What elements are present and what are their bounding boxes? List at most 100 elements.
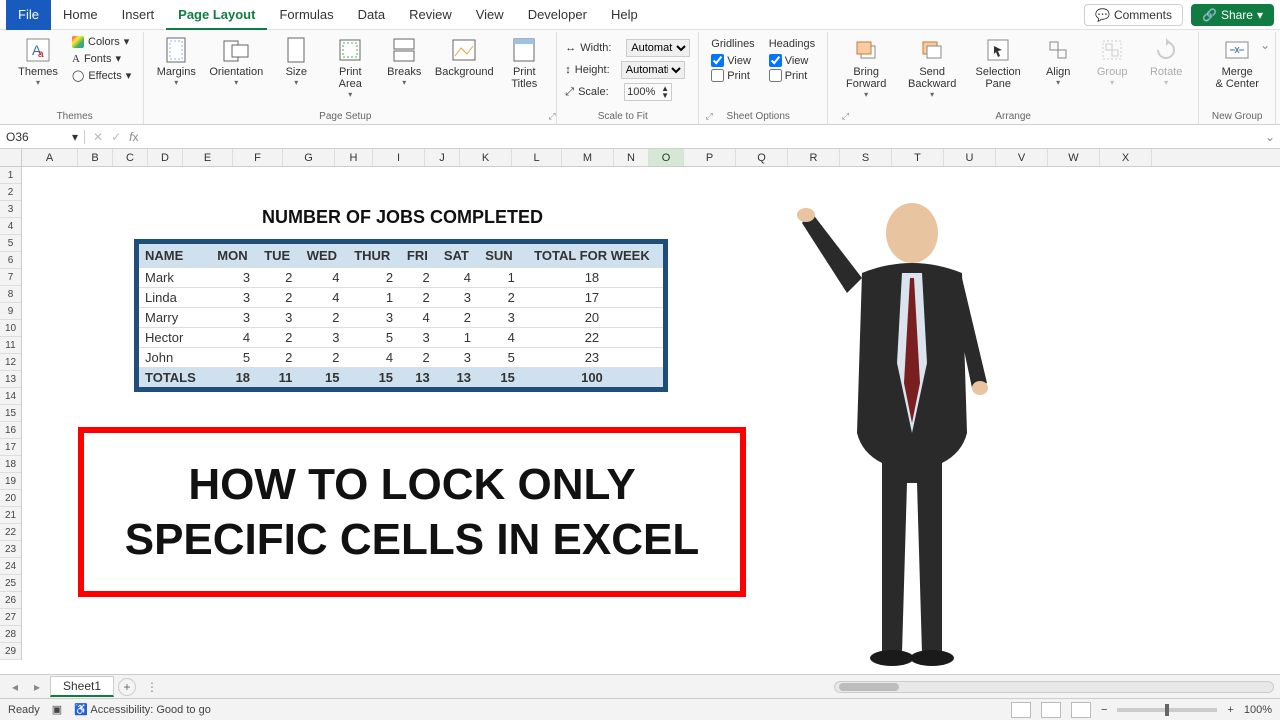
- fx-icon[interactable]: fx: [129, 130, 138, 144]
- merge-center-button[interactable]: Merge & Center: [1207, 34, 1267, 92]
- share-button[interactable]: 🔗 Share ▾: [1191, 4, 1274, 26]
- send-backward-button[interactable]: Send Backward▾: [902, 34, 962, 101]
- row-header-24[interactable]: 24: [0, 558, 21, 575]
- row-header-15[interactable]: 15: [0, 405, 21, 422]
- sheet-nav-prev[interactable]: ◂: [6, 680, 24, 694]
- row-header-8[interactable]: 8: [0, 286, 21, 303]
- dialog-launcher-icon[interactable]: ⤢: [842, 111, 849, 121]
- zoom-level[interactable]: 100%: [1244, 704, 1272, 716]
- zoom-in-button[interactable]: +: [1227, 704, 1233, 716]
- row-header-4[interactable]: 4: [0, 218, 21, 235]
- effects-button[interactable]: ◯Effects▾: [68, 68, 135, 83]
- row-header-25[interactable]: 25: [0, 575, 21, 592]
- name-box[interactable]: O36▾: [0, 130, 85, 144]
- column-header-T[interactable]: T: [892, 149, 944, 166]
- row-header-16[interactable]: 16: [0, 422, 21, 439]
- headings-print-checkbox[interactable]: Print: [769, 69, 815, 82]
- comments-button[interactable]: 💬 Comments: [1084, 4, 1183, 26]
- column-header-R[interactable]: R: [788, 149, 840, 166]
- zoom-out-button[interactable]: −: [1101, 704, 1107, 716]
- row-header-9[interactable]: 9: [0, 303, 21, 320]
- row-header-2[interactable]: 2: [0, 184, 21, 201]
- scale-spinner[interactable]: 100%▲▼: [624, 83, 672, 101]
- tab-page-layout[interactable]: Page Layout: [166, 0, 267, 30]
- bring-forward-button[interactable]: Bring Forward▾: [836, 34, 896, 101]
- sheet-nav-next[interactable]: ▸: [28, 680, 46, 694]
- headings-view-checkbox[interactable]: View: [769, 54, 815, 67]
- horizontal-scrollbar[interactable]: [834, 681, 1274, 693]
- row-header-28[interactable]: 28: [0, 626, 21, 643]
- breaks-button[interactable]: Breaks▾: [380, 34, 428, 89]
- macro-record-icon[interactable]: ▣: [52, 703, 62, 716]
- column-header-X[interactable]: X: [1100, 149, 1152, 166]
- row-header-29[interactable]: 29: [0, 643, 21, 660]
- row-header-7[interactable]: 7: [0, 269, 21, 286]
- column-header-H[interactable]: H: [335, 149, 373, 166]
- tab-data[interactable]: Data: [346, 0, 397, 30]
- column-header-C[interactable]: C: [113, 149, 148, 166]
- height-select[interactable]: Automatic: [621, 61, 685, 79]
- row-header-10[interactable]: 10: [0, 320, 21, 337]
- column-header-L[interactable]: L: [512, 149, 562, 166]
- dialog-launcher-icon[interactable]: ⤢: [706, 111, 713, 121]
- row-header-1[interactable]: 1: [0, 167, 21, 184]
- row-header-13[interactable]: 13: [0, 371, 21, 388]
- column-header-O[interactable]: O: [649, 149, 684, 166]
- width-select[interactable]: Automatic: [626, 39, 690, 57]
- row-header-23[interactable]: 23: [0, 541, 21, 558]
- column-header-G[interactable]: G: [283, 149, 335, 166]
- tab-insert[interactable]: Insert: [110, 0, 167, 30]
- cancel-icon[interactable]: ✕: [93, 130, 103, 144]
- column-header-U[interactable]: U: [944, 149, 996, 166]
- tab-file[interactable]: File: [6, 0, 51, 30]
- column-header-F[interactable]: F: [233, 149, 283, 166]
- row-header-20[interactable]: 20: [0, 490, 21, 507]
- column-header-V[interactable]: V: [996, 149, 1048, 166]
- align-button[interactable]: Align▾: [1034, 34, 1082, 89]
- gridlines-print-checkbox[interactable]: Print: [711, 69, 754, 82]
- row-header-26[interactable]: 26: [0, 592, 21, 609]
- size-button[interactable]: Size▾: [272, 34, 320, 89]
- sheet-tab-sheet1[interactable]: Sheet1: [50, 676, 114, 697]
- print-titles-button[interactable]: Print Titles: [500, 34, 548, 92]
- row-header-3[interactable]: 3: [0, 201, 21, 218]
- row-header-19[interactable]: 19: [0, 473, 21, 490]
- column-header-B[interactable]: B: [78, 149, 113, 166]
- enter-icon[interactable]: ✓: [111, 130, 121, 144]
- orientation-button[interactable]: Orientation▾: [206, 34, 266, 89]
- row-header-11[interactable]: 11: [0, 337, 21, 354]
- colors-button[interactable]: Colors▾: [68, 34, 135, 49]
- row-header-18[interactable]: 18: [0, 456, 21, 473]
- print-area-button[interactable]: Print Area▾: [326, 34, 374, 101]
- tab-home[interactable]: Home: [51, 0, 110, 30]
- tab-review[interactable]: Review: [397, 0, 464, 30]
- gridlines-view-checkbox[interactable]: View: [711, 54, 754, 67]
- column-header-N[interactable]: N: [614, 149, 649, 166]
- row-header-21[interactable]: 21: [0, 507, 21, 524]
- fonts-button[interactable]: AFonts▾: [68, 51, 135, 66]
- dialog-launcher-icon[interactable]: ⤢: [548, 111, 555, 121]
- column-header-A[interactable]: A: [22, 149, 78, 166]
- select-all-corner[interactable]: [0, 149, 22, 166]
- row-header-5[interactable]: 5: [0, 235, 21, 252]
- column-header-E[interactable]: E: [183, 149, 233, 166]
- tab-developer[interactable]: Developer: [516, 0, 599, 30]
- column-header-D[interactable]: D: [148, 149, 183, 166]
- row-header-6[interactable]: 6: [0, 252, 21, 269]
- row-header-17[interactable]: 17: [0, 439, 21, 456]
- tab-scroll-icon[interactable]: ⋮: [146, 680, 158, 694]
- margins-button[interactable]: Margins▾: [152, 34, 200, 89]
- normal-view-button[interactable]: [1011, 702, 1031, 718]
- column-header-Q[interactable]: Q: [736, 149, 788, 166]
- column-header-W[interactable]: W: [1048, 149, 1100, 166]
- column-header-S[interactable]: S: [840, 149, 892, 166]
- page-layout-view-button[interactable]: [1041, 702, 1061, 718]
- formula-expand-icon[interactable]: ⌄: [1260, 130, 1280, 144]
- row-header-12[interactable]: 12: [0, 354, 21, 371]
- column-header-M[interactable]: M: [562, 149, 614, 166]
- zoom-slider[interactable]: [1117, 708, 1217, 712]
- accessibility-status[interactable]: ♿ Accessibility: Good to go: [74, 703, 211, 716]
- row-header-14[interactable]: 14: [0, 388, 21, 405]
- tab-help[interactable]: Help: [599, 0, 650, 30]
- column-header-I[interactable]: I: [373, 149, 425, 166]
